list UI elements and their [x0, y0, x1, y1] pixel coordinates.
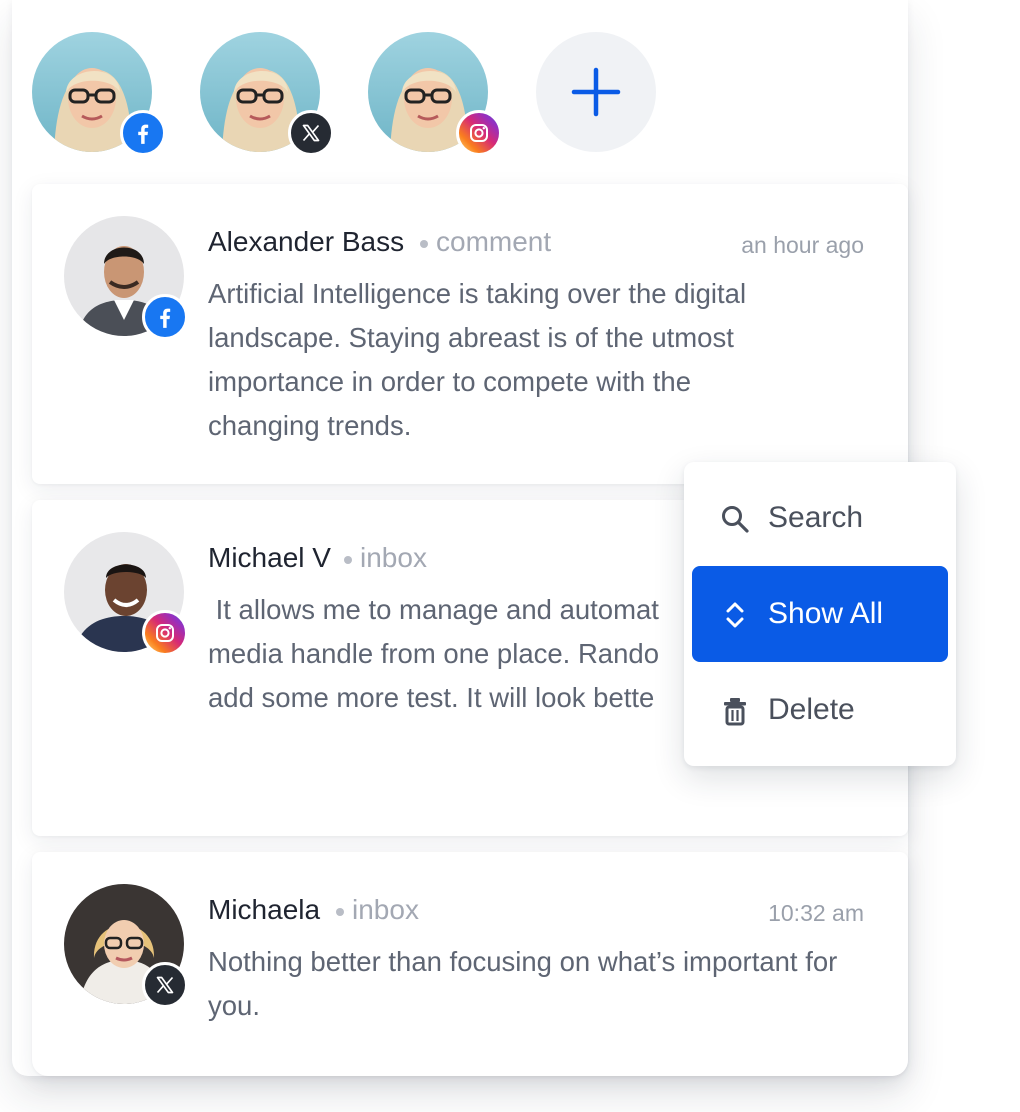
- menu-item-search[interactable]: Search: [692, 470, 948, 566]
- instagram-badge: [142, 610, 188, 656]
- post-time: an hour ago: [741, 232, 864, 258]
- post-message: Nothing better than focusing on what’s i…: [208, 946, 838, 1021]
- account-avatar-facebook[interactable]: [32, 32, 166, 156]
- x-icon: [156, 976, 174, 994]
- menu-item-label: Show All: [768, 597, 884, 630]
- instagram-icon: [156, 624, 174, 642]
- account-avatar-instagram[interactable]: [368, 32, 502, 156]
- expand-icon: [726, 602, 744, 628]
- post-message: It allows me to manage and automat media…: [208, 588, 688, 728]
- plus-icon: [571, 67, 621, 117]
- author-avatar: [64, 216, 188, 340]
- author-name: Michaela: [208, 894, 321, 925]
- post-time: 10:32 am: [768, 900, 864, 926]
- facebook-badge: [142, 294, 188, 340]
- post-message-line: media handle from one place. Rando: [208, 638, 659, 669]
- separator-dot: [420, 240, 428, 248]
- author-name: Alexander Bass: [208, 226, 405, 257]
- separator-dot: [336, 908, 344, 916]
- menu-item-label: Delete: [768, 693, 855, 726]
- post-message-line: add some more test. It will look bette: [208, 682, 655, 713]
- post-message: Artificial Intelligence is taking over t…: [208, 278, 747, 441]
- instagram-badge: [456, 110, 502, 156]
- facebook-icon: [138, 124, 149, 144]
- author-name: Michael V: [208, 542, 331, 573]
- add-account-button[interactable]: [536, 32, 656, 152]
- search-icon: [722, 506, 749, 533]
- post-type: inbox: [360, 542, 427, 573]
- account-avatar-x[interactable]: [200, 32, 334, 156]
- menu-item-show-all[interactable]: Show All: [692, 566, 948, 662]
- instagram-icon: [470, 124, 488, 142]
- menu-item-label: Search: [768, 501, 864, 534]
- trash-icon: [724, 698, 746, 726]
- x-badge: [142, 962, 188, 1008]
- separator-dot: [344, 556, 352, 564]
- x-icon: [302, 124, 320, 142]
- facebook-icon: [160, 308, 171, 328]
- author-avatar: [64, 884, 188, 1008]
- post-type: inbox: [352, 894, 419, 925]
- author-avatar: [64, 532, 188, 656]
- post-card[interactable]: Alexander Bass comment an hour ago Artif…: [32, 184, 908, 484]
- post-card[interactable]: Michaela inbox 10:32 am Nothing better t…: [32, 852, 908, 1076]
- post-message-line: It allows me to manage and automat: [208, 594, 659, 625]
- context-menu: Search Show All Delete: [684, 462, 956, 766]
- menu-item-delete[interactable]: Delete: [692, 662, 948, 758]
- facebook-badge: [120, 110, 166, 156]
- post-type: comment: [436, 226, 552, 257]
- x-badge: [288, 110, 334, 156]
